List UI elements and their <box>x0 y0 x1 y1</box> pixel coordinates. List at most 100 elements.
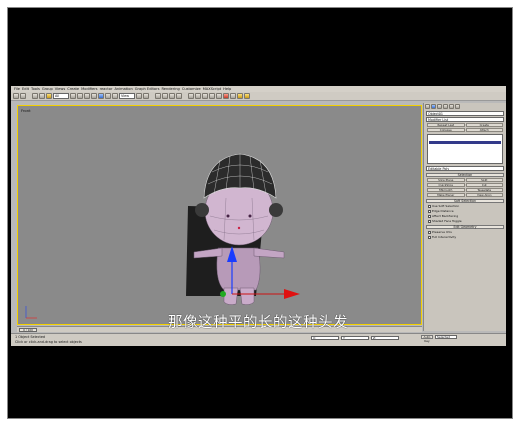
select-object-icon[interactable] <box>70 93 76 99</box>
object-name-field[interactable]: Object01 <box>426 111 504 116</box>
time-slider[interactable]: 0 / 100 <box>19 328 37 332</box>
scale-icon[interactable] <box>112 93 118 99</box>
prompt-line: Click or click-and-drag to select object… <box>15 340 82 344</box>
edit-button-5[interactable]: MSmooth <box>427 188 465 192</box>
body-mesh <box>216 247 261 291</box>
percent-snap-icon[interactable] <box>169 93 175 99</box>
front-viewport[interactable]: Front <box>17 105 422 325</box>
edit-button-4[interactable]: Cut <box>465 183 503 187</box>
check-full-interactivity[interactable]: Full Interactivity <box>428 235 502 239</box>
render-setup-icon[interactable] <box>230 93 236 99</box>
gizmo-x-arrow-icon[interactable] <box>284 289 300 299</box>
gizmo-pivot[interactable] <box>220 291 226 297</box>
coord-y-field[interactable]: Y: <box>341 336 369 340</box>
right-bun <box>269 203 283 217</box>
edit-geometry-rollout[interactable]: Edit Geometry <box>426 225 504 229</box>
modifier-button-row-2: Collapse Attach <box>427 128 503 132</box>
edit-button-1[interactable]: Slice Plane <box>427 178 465 182</box>
selection-filter-dropdown[interactable]: All <box>53 93 69 99</box>
align-icon[interactable] <box>195 93 201 99</box>
window-crossing-icon[interactable] <box>91 93 97 99</box>
check-label: Use Soft Selection <box>432 204 460 208</box>
select-by-name-icon[interactable] <box>77 93 83 99</box>
edit-button-7[interactable]: Make Planar <box>427 193 465 197</box>
select-manipulate-icon[interactable] <box>143 93 149 99</box>
edit-button-row-2: QuickSlice Cut <box>427 183 503 187</box>
link-icon[interactable] <box>32 93 38 99</box>
unlink-icon[interactable] <box>39 93 45 99</box>
command-panel-tabs <box>424 103 506 110</box>
snaps-icon[interactable] <box>155 93 161 99</box>
rectangle-selection-icon[interactable] <box>84 93 90 99</box>
modifier-button-2[interactable]: Create <box>465 123 503 127</box>
check-label: Shaded Face Toggle <box>432 219 462 223</box>
edit-button-3[interactable]: QuickSlice <box>427 183 465 187</box>
coord-z-field[interactable]: Z: <box>371 336 399 340</box>
modifier-stack[interactable] <box>427 134 503 164</box>
layer-manager-icon[interactable] <box>202 93 208 99</box>
check-shaded-face-toggle[interactable]: Shaded Face Toggle <box>428 219 502 223</box>
edit-button-2[interactable]: Split <box>465 178 503 182</box>
mouth <box>237 226 241 230</box>
pivot-icon[interactable] <box>136 93 142 99</box>
bind-space-warp-icon[interactable] <box>46 93 52 99</box>
right-leg-mesh <box>239 287 255 305</box>
modifier-button-1[interactable]: Repeat Last <box>427 123 465 127</box>
selection-status: 1 Object Selected <box>15 335 46 339</box>
modify-tab-icon[interactable] <box>431 104 436 109</box>
reference-coordinate-dropdown[interactable]: View <box>119 93 135 99</box>
check-label: Affect Backfacing <box>432 214 459 218</box>
edit-button-row-4: Make Planar View Align <box>427 193 503 197</box>
selection-rollout[interactable]: Selection <box>426 173 504 177</box>
modifier-button-row-1: Repeat Last Create <box>427 123 503 127</box>
motion-tab-icon[interactable] <box>443 104 448 109</box>
redo-icon[interactable] <box>20 93 26 99</box>
schematic-view-icon[interactable] <box>216 93 222 99</box>
quick-render-icon[interactable] <box>244 93 250 99</box>
curve-editor-icon[interactable] <box>209 93 215 99</box>
move-icon[interactable] <box>98 93 104 99</box>
rotate-icon[interactable] <box>105 93 111 99</box>
display-tab-icon[interactable] <box>449 104 454 109</box>
video-subtitle: 那像这种平的长的这种头发 <box>168 315 348 331</box>
right-eye <box>248 214 252 218</box>
check-affect-backfacing[interactable]: Affect Backfacing <box>428 214 502 218</box>
coord-x-field[interactable]: X: <box>311 336 339 340</box>
modifier-list-dropdown[interactable]: Modifier List <box>426 117 504 122</box>
check-label: Edge Distance <box>432 209 454 213</box>
modifier-stack-selected-item[interactable] <box>429 141 501 144</box>
soft-selection-rollout[interactable]: Soft Selection <box>426 199 504 203</box>
left-leg-mesh <box>223 287 239 305</box>
create-tab-icon[interactable] <box>425 104 430 109</box>
character-model[interactable] <box>18 106 422 325</box>
status-bar: 1 Object Selected Click or click-and-dra… <box>11 333 506 346</box>
material-editor-icon[interactable] <box>223 93 229 99</box>
modifier-button-3[interactable]: Collapse <box>427 128 465 132</box>
check-label: Full Interactivity <box>432 235 457 239</box>
check-preserve-uvs[interactable]: Preserve UVs <box>428 230 502 234</box>
key-mode-dropdown[interactable]: Selected <box>435 335 457 339</box>
undo-icon[interactable] <box>13 93 19 99</box>
right-arm-mesh <box>253 247 285 259</box>
edit-button-row-1: Slice Plane Split <box>427 178 503 182</box>
left-bun <box>195 203 209 217</box>
check-label: Preserve UVs <box>432 230 452 234</box>
hierarchy-tab-icon[interactable] <box>437 104 442 109</box>
stack-item-label[interactable]: Editable Poly <box>426 166 504 171</box>
main-toolbar: All View <box>11 92 506 101</box>
check-edge-distance[interactable]: Edge Distance <box>428 209 502 213</box>
render-icon[interactable] <box>237 93 243 99</box>
utilities-tab-icon[interactable] <box>455 104 460 109</box>
auto-key-button[interactable]: Auto Key <box>421 335 433 342</box>
command-panel: Object01 Modifier List Repeat Last Creat… <box>423 103 506 331</box>
edit-button-8[interactable]: View Align <box>465 193 503 197</box>
edit-button-6[interactable]: Tessellate <box>465 188 503 192</box>
world-axis-icon <box>25 306 37 319</box>
edit-button-row-3: MSmooth Tessellate <box>427 188 503 192</box>
angle-snap-icon[interactable] <box>162 93 168 99</box>
check-use-soft-selection[interactable]: Use Soft Selection <box>428 204 502 208</box>
3dsmax-window: File Edit Tools Group Views Create Modif… <box>11 86 506 346</box>
modifier-button-4[interactable]: Attach <box>465 128 503 132</box>
spinner-snap-icon[interactable] <box>176 93 182 99</box>
mirror-icon[interactable] <box>188 93 194 99</box>
